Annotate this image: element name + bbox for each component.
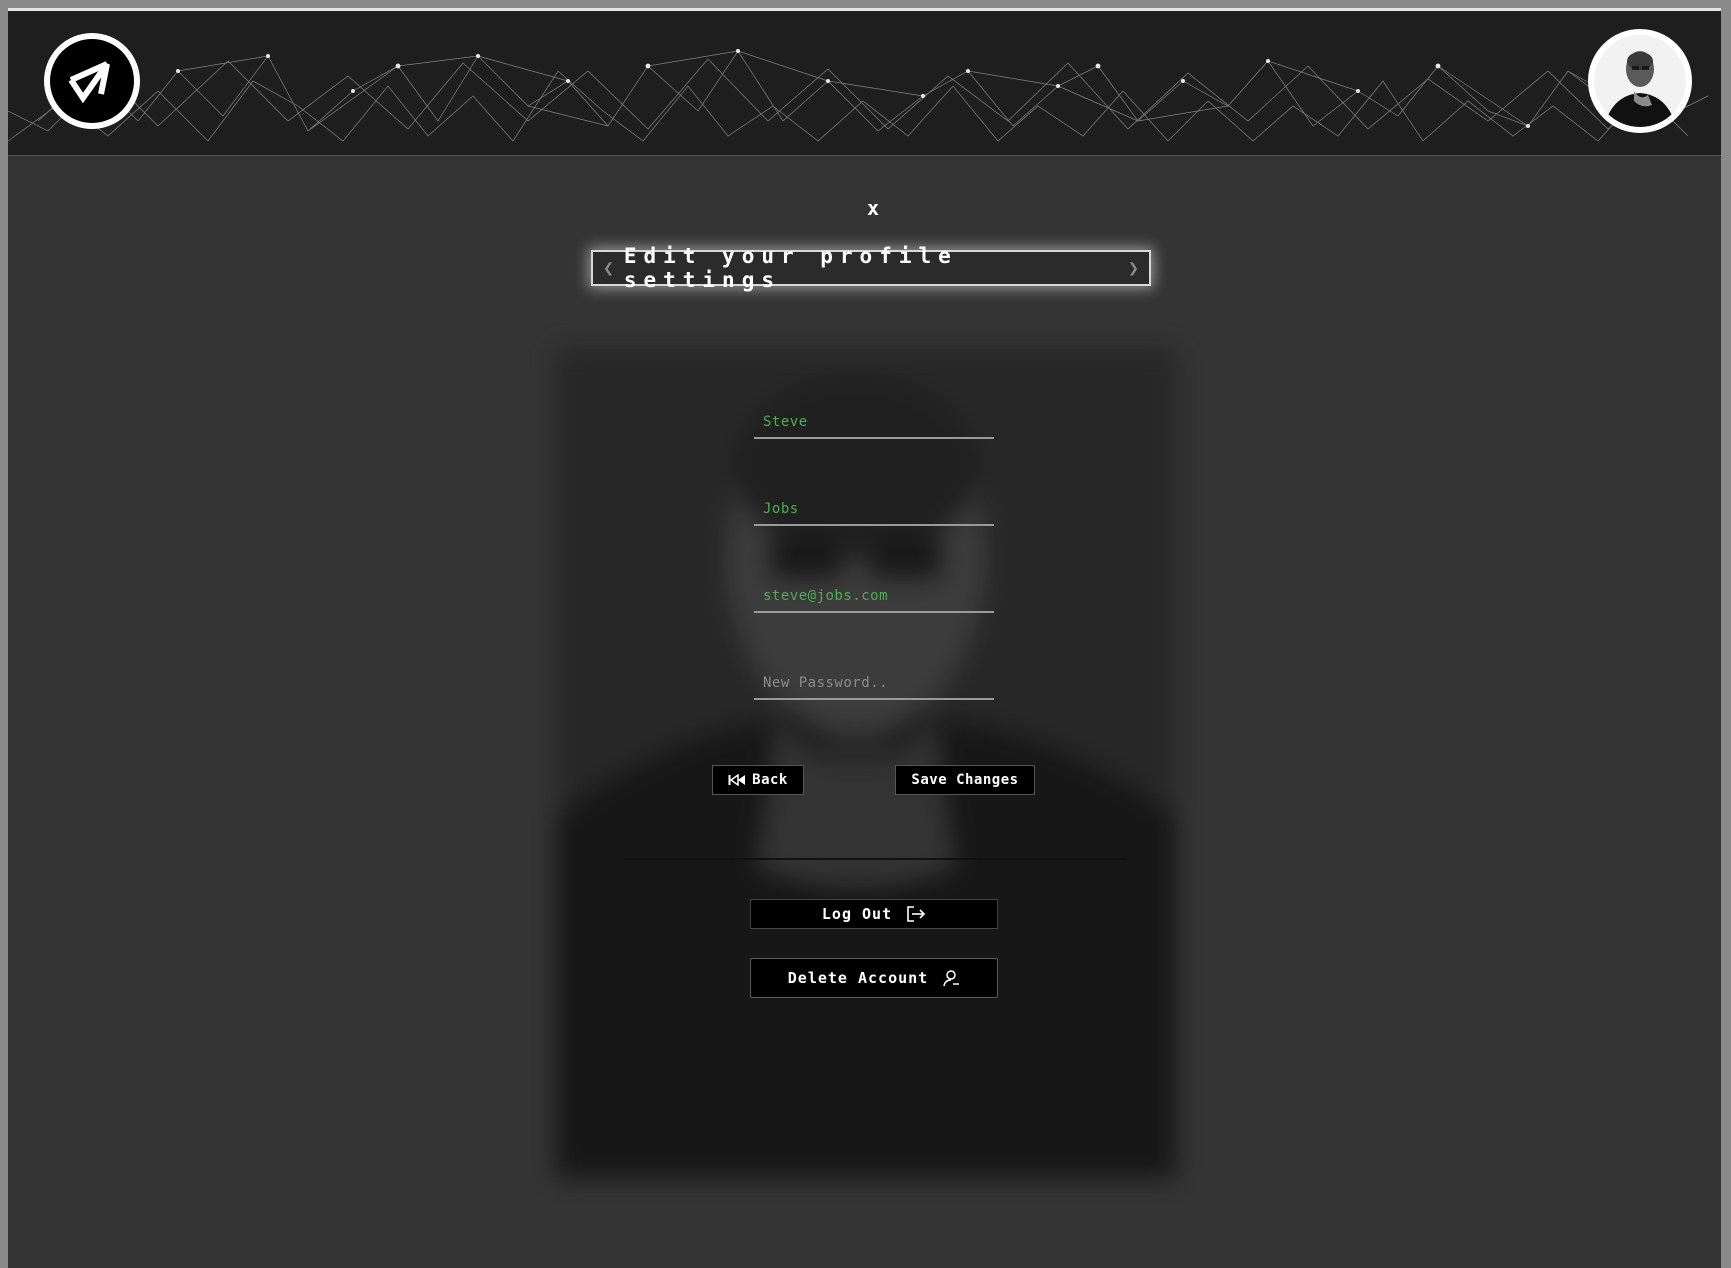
user-portrait-avatar[interactable]: [1588, 29, 1692, 133]
email-field: [754, 581, 994, 613]
chevron-left-icon: ❮: [603, 257, 614, 279]
delete-account-button[interactable]: Delete Account: [750, 958, 998, 998]
logo-glyph: [68, 61, 110, 104]
avatar-image: [1594, 35, 1686, 127]
last-name-field: [754, 494, 994, 526]
page-title-text: Edit your profile settings: [623, 244, 958, 292]
delete-account-label: Delete Account: [787, 969, 929, 987]
network-mesh-graphic: [8, 49, 1709, 142]
section-divider: [623, 858, 1127, 860]
first-name-field: [754, 407, 994, 439]
back-button[interactable]: Back: [712, 765, 804, 795]
save-changes-label: Save Changes: [911, 772, 1019, 788]
user-icon: [942, 969, 960, 987]
blurred-portrait-background: [556, 348, 1176, 1178]
app-window: x ❮ Edit your profile settings ❯ Steve J…: [8, 8, 1721, 1268]
close-button[interactable]: x: [858, 194, 888, 222]
first-name-input[interactable]: [754, 407, 994, 437]
log-out-label: Log Out: [821, 905, 893, 923]
logout-icon: [906, 905, 926, 923]
last-name-input[interactable]: [754, 494, 994, 524]
log-out-button[interactable]: Log Out: [750, 899, 998, 929]
chevron-right-icon: ❯: [1128, 257, 1139, 279]
page-title: ❮ Edit your profile settings ❯: [591, 244, 1151, 292]
header-banner: [8, 11, 1721, 156]
save-changes-button[interactable]: Save Changes: [895, 765, 1035, 795]
rewind-icon: [728, 774, 746, 786]
email-input[interactable]: [754, 581, 994, 611]
new-password-input[interactable]: [754, 668, 994, 698]
triangle-logo-icon[interactable]: [44, 33, 140, 129]
back-button-label: Back: [752, 772, 788, 788]
profile-settings-panel: x ❮ Edit your profile settings ❯ Steve J…: [8, 158, 1721, 1268]
password-field: [754, 668, 994, 700]
